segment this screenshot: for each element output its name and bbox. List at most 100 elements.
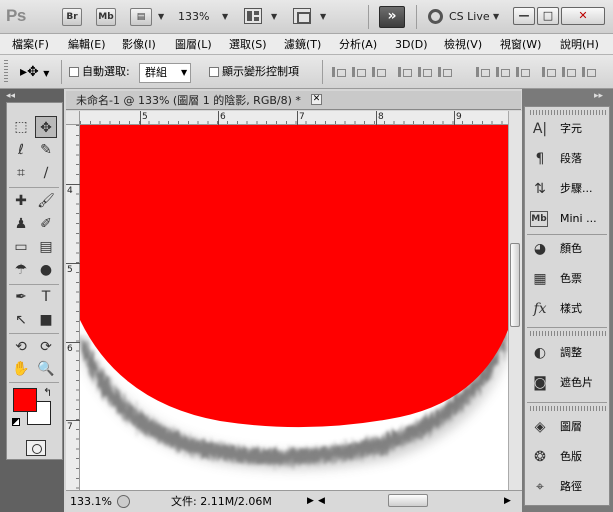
panel-layers[interactable]: ◈ 圖層: [530, 415, 608, 439]
menu-help[interactable]: 說明(H): [560, 37, 599, 52]
pen-tool-icon[interactable]: ✒: [10, 286, 32, 308]
default-colors-icon[interactable]: [12, 418, 20, 426]
brush-tool-icon[interactable]: 🖌: [35, 190, 57, 212]
distribute-right-icon[interactable]: [580, 65, 596, 79]
document-tab[interactable]: 未命名-1 @ 133% (圖層 1 的陰影, RGB/8) * ✕: [66, 91, 521, 110]
align-top-icon[interactable]: [330, 65, 346, 79]
vertical-ruler[interactable]: [66, 125, 80, 490]
panel-group-grip[interactable]: [530, 331, 606, 336]
zoom-dropdown-arrow[interactable]: ▼: [222, 9, 228, 25]
arrange-documents-button[interactable]: [244, 8, 262, 24]
view-extras-dropdown-arrow[interactable]: ▼: [158, 9, 164, 25]
panel-history[interactable]: ⇅ 步驟...: [530, 177, 608, 201]
panel-channels[interactable]: ❂ 色版: [530, 445, 608, 469]
move-tool-icon[interactable]: ✥: [35, 116, 57, 138]
align-vertical-center-icon[interactable]: [350, 65, 366, 79]
arrange-dropdown-arrow[interactable]: ▼: [271, 9, 277, 25]
panel-paths[interactable]: ⌖ 路徑: [530, 475, 608, 499]
dodge-tool-icon[interactable]: ●: [35, 259, 57, 281]
status-preview-icon[interactable]: [117, 495, 130, 508]
panel-paragraph[interactable]: ¶ 段落: [530, 147, 608, 171]
menu-select[interactable]: 選取(S): [229, 37, 267, 52]
vertical-scrollbar-thumb[interactable]: [510, 243, 520, 327]
maximize-button[interactable]: □: [537, 7, 559, 25]
show-transform-controls-checkbox[interactable]: [209, 67, 219, 77]
screen-mode-dropdown-arrow[interactable]: ▼: [320, 9, 326, 25]
panel-masks[interactable]: ◙ 遮色片: [530, 371, 608, 395]
document-canvas[interactable]: [80, 125, 508, 490]
blur-tool-icon[interactable]: ☂: [10, 259, 32, 281]
3d-orbit-tool-icon[interactable]: ⟳: [35, 336, 57, 358]
align-horizontal-center-icon[interactable]: [416, 65, 432, 79]
panel-mini-bridge[interactable]: Mb Mini ...: [530, 207, 608, 231]
panel-character[interactable]: A| 字元: [530, 117, 608, 141]
eraser-tool-icon[interactable]: ▭: [10, 236, 32, 258]
panel-color[interactable]: ◕ 顏色: [530, 237, 608, 261]
divider: [9, 187, 59, 188]
ruler-origin[interactable]: [66, 111, 80, 125]
menu-edit[interactable]: 編輯(E): [68, 37, 106, 52]
gradient-tool-icon[interactable]: ▤: [35, 236, 57, 258]
panel-styles[interactable]: fx 樣式: [530, 297, 608, 321]
status-zoom-field[interactable]: 133.1%: [70, 495, 112, 509]
panel-group-grip[interactable]: [530, 406, 606, 411]
menu-view[interactable]: 檢視(V): [444, 37, 482, 52]
launch-bridge-button[interactable]: Br: [62, 8, 82, 26]
type-tool-icon[interactable]: T: [35, 286, 57, 308]
options-bar-grip[interactable]: [4, 60, 8, 84]
align-bottom-icon[interactable]: [370, 65, 386, 79]
distribute-bottom-icon[interactable]: [514, 65, 530, 79]
scroll-left-icon[interactable]: ◀: [318, 494, 325, 508]
chevron-down-icon[interactable]: ▼: [181, 63, 187, 83]
screen-mode-button[interactable]: [293, 8, 311, 24]
distribute-vertical-center-icon[interactable]: [494, 65, 510, 79]
expand-panels-icon[interactable]: ▸▸: [594, 91, 603, 101]
minimize-button[interactable]: —: [513, 7, 535, 25]
distribute-top-icon[interactable]: [474, 65, 490, 79]
view-extras-button[interactable]: ▤: [130, 8, 152, 26]
auto-select-checkbox[interactable]: [69, 67, 79, 77]
lasso-tool-icon[interactable]: ℓ: [10, 139, 32, 161]
zoom-tool-icon[interactable]: 🔍: [35, 358, 57, 380]
menu-file[interactable]: 檔案(F): [12, 37, 49, 52]
horizontal-scrollbar-thumb[interactable]: [388, 494, 428, 507]
rectangle-tool-icon[interactable]: ■: [35, 309, 57, 331]
close-window-button[interactable]: ✕: [561, 7, 605, 25]
cs-live-label[interactable]: CS Live: [449, 9, 490, 25]
align-left-icon[interactable]: [396, 65, 412, 79]
panel-group-grip[interactable]: [530, 110, 606, 115]
align-right-icon[interactable]: [436, 65, 452, 79]
workspace-expand-button[interactable]: »: [379, 6, 405, 28]
menu-layer[interactable]: 圖層(L): [175, 37, 212, 52]
menu-3d[interactable]: 3D(D): [395, 37, 428, 52]
cs-live-icon[interactable]: [428, 9, 443, 24]
history-brush-tool-icon[interactable]: ✐: [35, 213, 57, 235]
swap-colors-icon[interactable]: ↰: [43, 387, 52, 398]
clone-stamp-tool-icon[interactable]: ♟: [10, 213, 32, 235]
status-menu-arrow-icon[interactable]: ▶: [307, 494, 314, 508]
cs-live-dropdown-arrow[interactable]: ▼: [493, 9, 499, 25]
quick-selection-tool-icon[interactable]: ✎: [35, 139, 57, 161]
quick-mask-button[interactable]: [26, 440, 46, 456]
tool-preset-picker[interactable]: ▸✥ ▼: [20, 63, 49, 83]
foreground-color-swatch[interactable]: [13, 388, 37, 412]
scroll-right-icon[interactable]: ▶: [504, 494, 511, 508]
menu-filter[interactable]: 濾鏡(T): [284, 37, 321, 52]
close-document-button[interactable]: ✕: [311, 94, 322, 105]
menu-analysis[interactable]: 分析(A): [339, 37, 377, 52]
launch-mini-bridge-button[interactable]: Mb: [96, 8, 116, 26]
spot-healing-brush-tool-icon[interactable]: ✚: [10, 190, 32, 212]
3d-rotate-tool-icon[interactable]: ⟲: [10, 336, 32, 358]
hand-tool-icon[interactable]: ✋: [10, 358, 32, 380]
panel-adjustments[interactable]: ◐ 調整: [530, 341, 608, 365]
distribute-left-icon[interactable]: [540, 65, 556, 79]
collapse-toolbar-icon[interactable]: ◂◂: [6, 91, 15, 101]
menu-window[interactable]: 視窗(W): [500, 37, 541, 52]
rectangular-marquee-tool-icon[interactable]: ⬚: [10, 116, 32, 138]
menu-image[interactable]: 影像(I): [122, 37, 156, 52]
path-selection-tool-icon[interactable]: ↖: [10, 309, 32, 331]
distribute-horizontal-center-icon[interactable]: [560, 65, 576, 79]
panel-swatches[interactable]: ▦ 色票: [530, 267, 608, 291]
eyedropper-tool-icon[interactable]: ∕: [35, 162, 57, 184]
crop-tool-icon[interactable]: ⌗: [10, 162, 32, 184]
